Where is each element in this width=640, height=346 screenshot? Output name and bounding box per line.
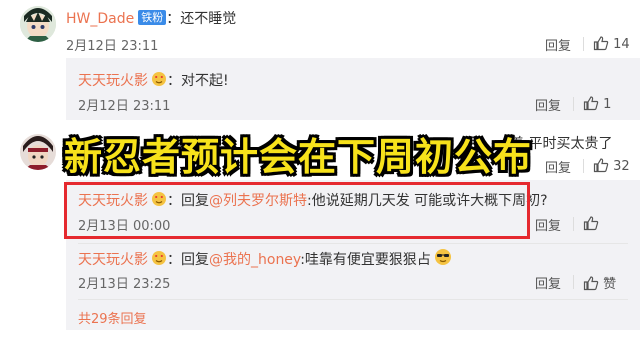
reply-button[interactable]: 回复 — [545, 35, 571, 54]
reply-button[interactable]: 回复 — [535, 215, 561, 234]
reply-header: 天天玩火影 ：回复@我的_honey:哇靠有便宜要狠狠占 — [78, 248, 452, 269]
reply-header: 天天玩火影 ：对不起! — [78, 70, 229, 90]
divider — [583, 159, 584, 173]
like-button[interactable]: 14 — [593, 35, 630, 52]
thumbs-up-icon — [583, 95, 599, 111]
divider-line — [78, 299, 628, 300]
username[interactable]: HW_Dade — [66, 11, 134, 27]
overlay-banner: 新忍者预计会在下周初公布 — [64, 135, 533, 179]
like-button[interactable]: 1 — [583, 95, 611, 112]
reply-button[interactable]: 回复 — [535, 95, 561, 114]
reply-button[interactable]: 回复 — [535, 273, 561, 292]
divider-line — [78, 243, 628, 244]
reply-text: ：对不起! — [167, 73, 229, 89]
like-button[interactable]: 32 — [593, 157, 630, 174]
like-button[interactable] — [583, 215, 599, 232]
avatar[interactable] — [20, 6, 56, 42]
fan-badge: 铁粉 — [138, 10, 167, 25]
like-button[interactable]: 赞 — [583, 273, 616, 292]
comment-text: ：还不睡觉 — [166, 11, 237, 27]
like-count: 14 — [613, 37, 630, 52]
divider — [583, 37, 584, 51]
comment-header: HW_Dade 铁粉 ：还不睡觉 — [66, 8, 236, 28]
reply-text: :哇靠有便宜要狠狠占 — [300, 252, 431, 268]
divider — [573, 97, 574, 111]
username[interactable]: 天天玩火影 — [78, 252, 148, 268]
reply-time: 2月13日 23:25 — [78, 277, 171, 292]
like-label: 赞 — [603, 277, 617, 292]
divider — [573, 217, 574, 231]
comment-time: 2月12日 23:11 — [66, 39, 159, 54]
avatar[interactable] — [20, 134, 56, 170]
reply-time: 2月12日 23:11 — [78, 99, 171, 114]
username[interactable]: 天天玩火影 — [78, 73, 148, 89]
reply-button[interactable]: 回复 — [545, 157, 571, 176]
like-count: 32 — [613, 159, 630, 174]
like-count: 1 — [603, 97, 612, 112]
thumbs-up-icon — [583, 275, 599, 291]
divider — [573, 275, 574, 289]
sunglasses-emoji-icon — [434, 248, 452, 266]
thumbs-up-icon — [593, 35, 609, 51]
view-all-replies-link[interactable]: 共29条回复 — [78, 308, 147, 327]
highlight-box — [64, 182, 530, 239]
heart-face-emoji-icon — [151, 250, 167, 266]
thumbs-up-icon — [583, 215, 599, 231]
reply-prefix: ：回复 — [167, 252, 209, 268]
heart-face-emoji-icon — [151, 71, 167, 87]
thumbs-up-icon — [593, 157, 609, 173]
mention-link[interactable]: @我的_honey — [209, 252, 300, 268]
